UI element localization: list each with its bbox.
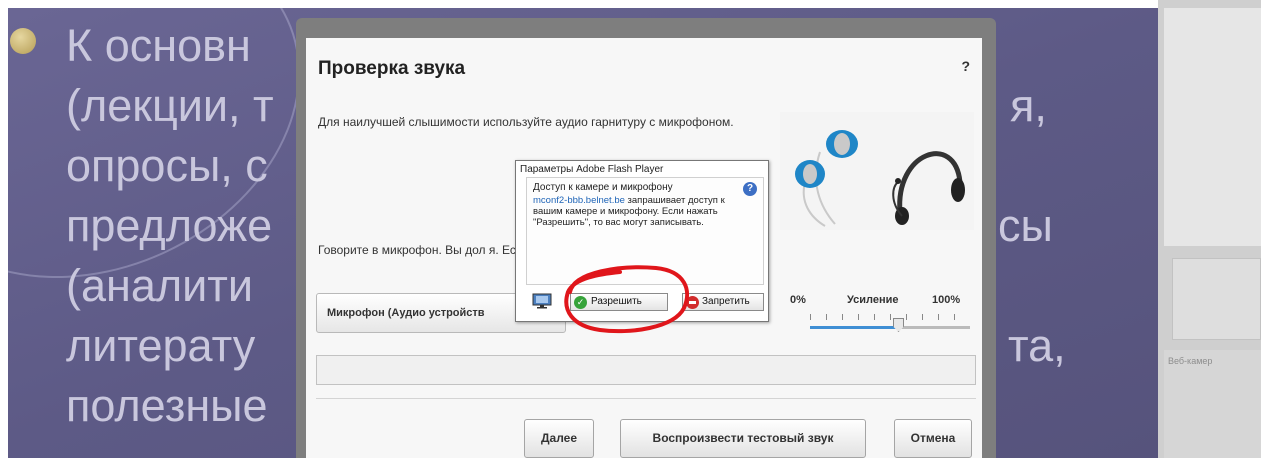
slide-fragment-1: я, [1010, 80, 1047, 131]
flash-settings-monitor-icon[interactable] [532, 293, 552, 309]
slide-line-4: предложе [66, 200, 273, 251]
slide-line-7: полезные [66, 380, 268, 431]
flash-help-icon[interactable]: ? [743, 182, 757, 196]
dialog-title: Проверка звука [318, 58, 466, 79]
highlight-circle-annotation [564, 265, 690, 334]
dialog-divider [316, 398, 976, 399]
slide-fragment-2: сы [998, 200, 1053, 251]
slide-line-5: (аналити [66, 260, 254, 311]
next-button[interactable]: Далее [524, 419, 594, 458]
slide-line-1: К основн [66, 20, 251, 71]
slide-line-6: литерату [66, 320, 256, 371]
play-test-sound-button[interactable]: Воспроизвести тестовый звук [620, 419, 866, 458]
flash-deny-button[interactable]: Запретить [682, 293, 764, 311]
help-button[interactable]: ? [961, 58, 970, 74]
gain-max-label: 100% [932, 294, 961, 306]
slide-line-3: опросы, с [66, 140, 268, 191]
flash-deny-label: Запретить [702, 296, 750, 307]
webcam-panel [1164, 350, 1261, 458]
headset-icon [795, 130, 965, 227]
slide-line-2: (лекции, т [66, 80, 274, 131]
slide-fragment-3: та, [1008, 320, 1066, 371]
gain-ticks [810, 314, 970, 320]
flash-message-heading: Доступ к камере и микрофону [533, 182, 673, 193]
intro-text: Для наилучшей слышимости используйте ауд… [318, 115, 734, 129]
right-side-panel: Веб-камер [1158, 0, 1261, 458]
gain-min-label: 0% [790, 294, 806, 306]
gain-slider-handle[interactable] [893, 318, 904, 332]
flash-requesting-host: mconf2-bbb.belnet.be [533, 195, 625, 206]
gain-label: Усиление [847, 294, 899, 306]
bullet-icon [10, 28, 36, 54]
gain-slider-fill [810, 326, 898, 329]
webcam-panel-label: Веб-камер [1168, 356, 1213, 366]
gain-control: 0% Усиление 100% [782, 294, 978, 342]
users-panel [1164, 8, 1261, 246]
headset-image [780, 112, 974, 230]
cancel-button[interactable]: Отмена [894, 419, 972, 458]
flash-popup-title: Параметры Adobe Flash Player [520, 164, 664, 175]
video-preview-panel [1172, 258, 1261, 340]
microphone-level-meter [316, 355, 976, 385]
